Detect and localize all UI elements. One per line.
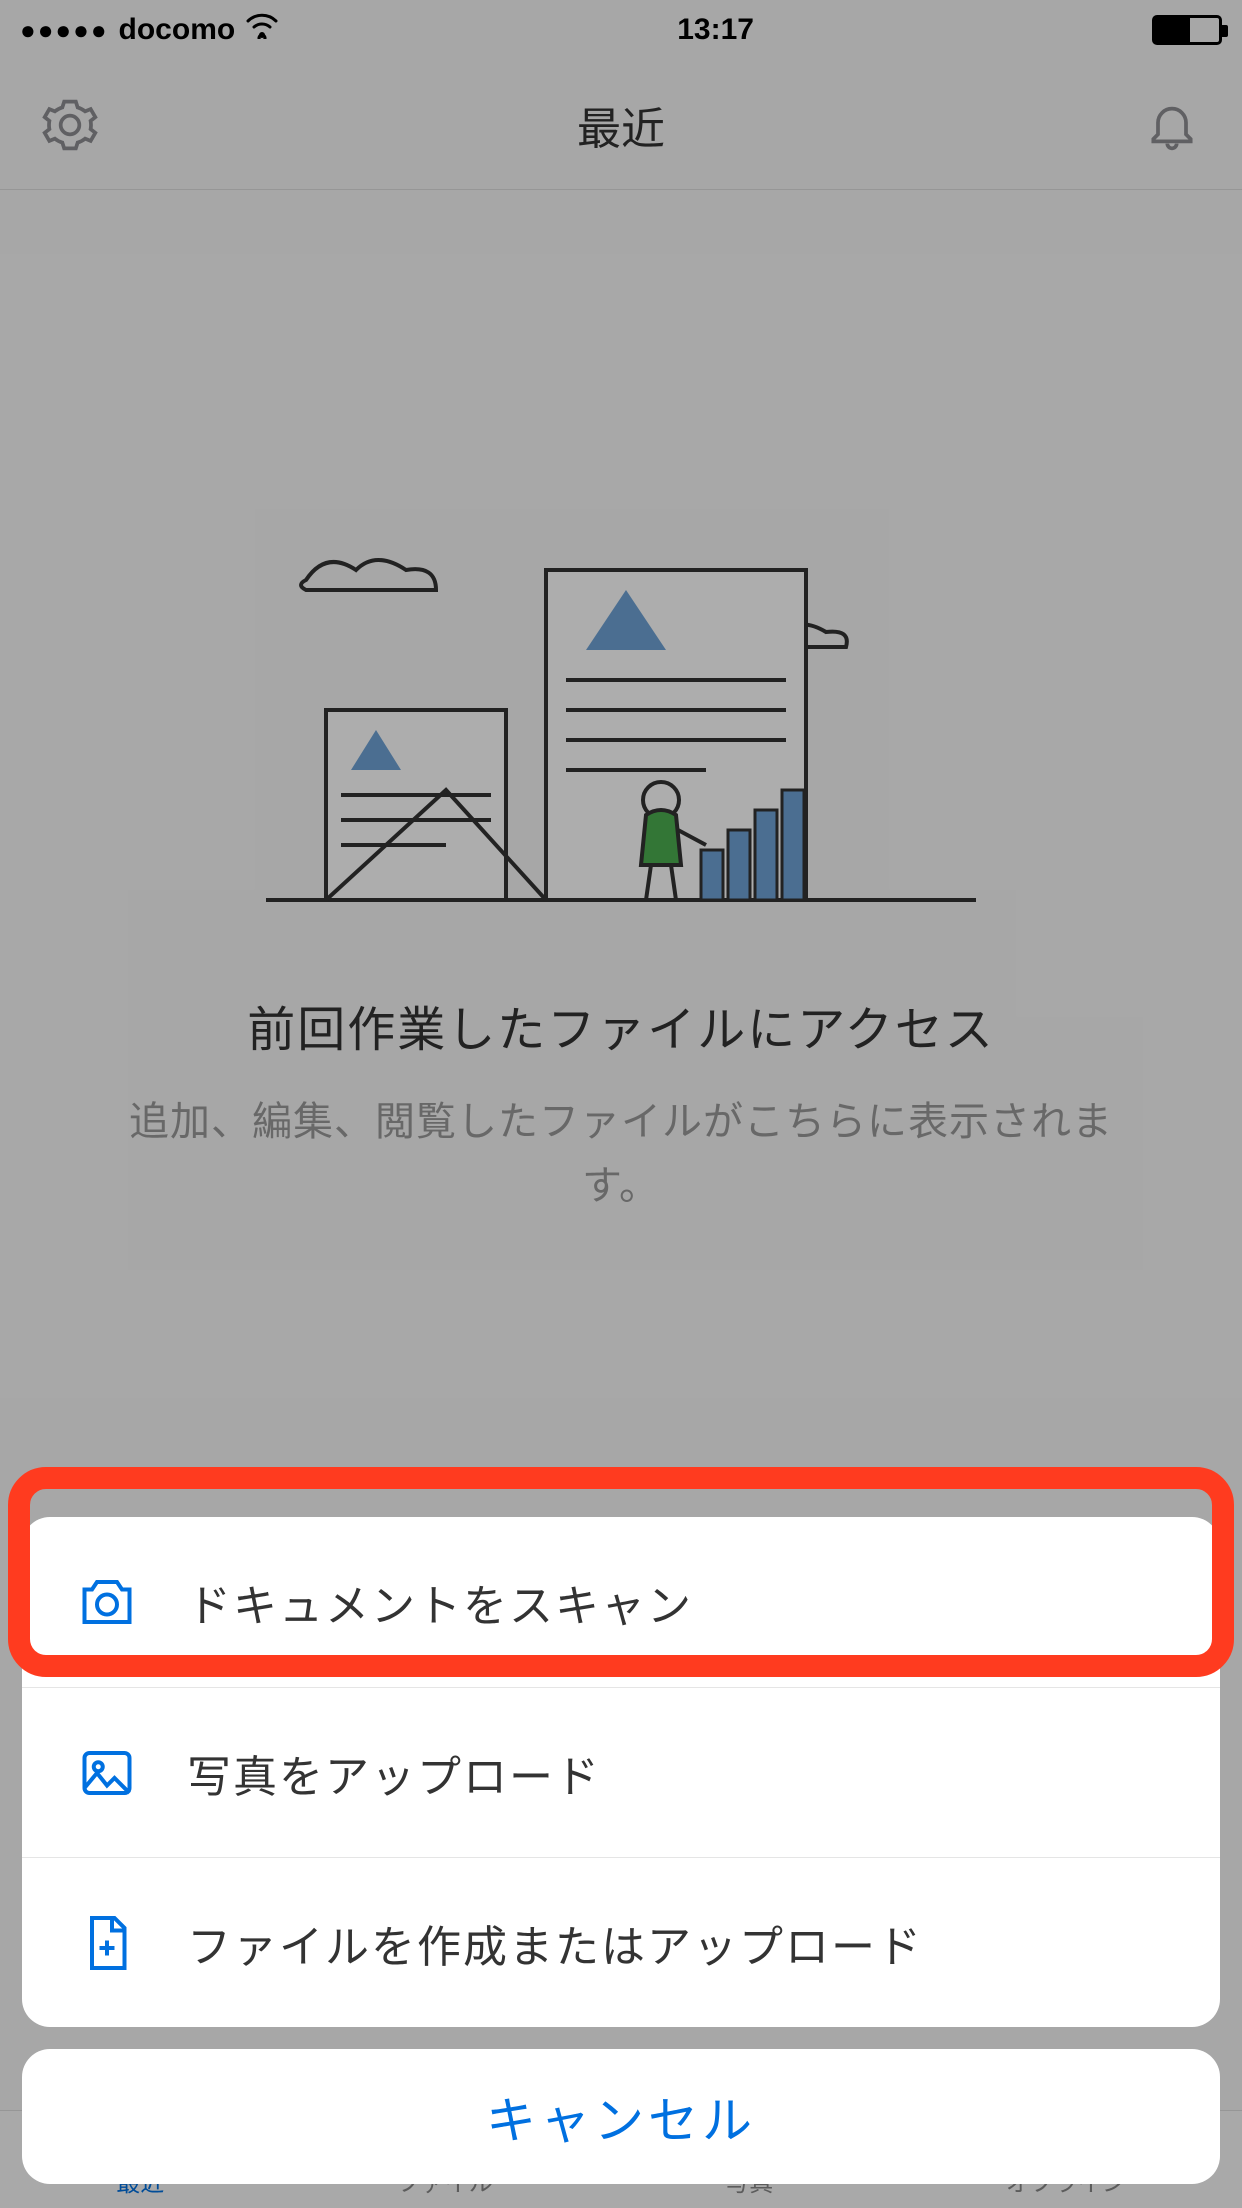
upload-photo-label: 写真をアップロード [187,1741,601,1805]
create-file-button[interactable]: ファイルを作成またはアップロード [22,1857,1220,2027]
create-file-label: ファイルを作成またはアップロード [187,1911,923,1975]
file-plus-icon [77,1913,137,1973]
action-sheet-group: ドキュメントをスキャン 写真をアップロード ファイルを作成またはアップロード [22,1517,1220,2027]
app-screen: ●●●●● docomo 13:17 最近 [0,0,1242,2208]
photo-icon [77,1743,137,1803]
upload-photo-button[interactable]: 写真をアップロード [22,1687,1220,1857]
cancel-button[interactable]: キャンセル [22,2049,1220,2184]
camera-icon [77,1572,137,1632]
scan-document-label: ドキュメントをスキャン [187,1570,693,1634]
scan-document-button[interactable]: ドキュメントをスキャン [22,1517,1220,1687]
action-sheet: ドキュメントをスキャン 写真をアップロード ファイルを作成またはアップロード キ… [22,1517,1220,2184]
cancel-label: キャンセル [486,2081,756,2153]
